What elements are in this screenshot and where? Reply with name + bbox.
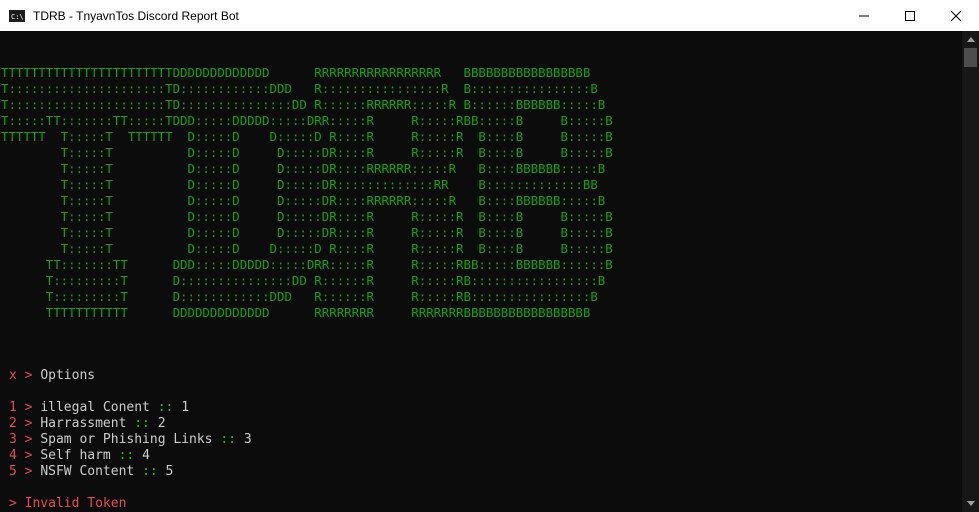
maximize-icon xyxy=(905,10,915,21)
minimize-button[interactable] xyxy=(841,0,887,31)
option-separator: :: xyxy=(142,464,158,479)
prompt-arrow: > xyxy=(24,368,33,383)
option-number: 4 xyxy=(9,448,17,463)
option-item: 2 > Harrassment :: 2 xyxy=(9,416,166,432)
option-label: Self harm xyxy=(40,448,111,463)
option-label: Harrassment xyxy=(40,416,127,431)
banner-line: T:::::::::T D:::::::::::::::DD R::::::R … xyxy=(1,273,606,288)
prompt-arrow: > xyxy=(24,400,33,415)
option-value: 3 xyxy=(243,432,252,447)
prompt-arrow: > xyxy=(24,432,33,447)
banner-line: T:::::::::::::::::::::TD::::::::::::DDD … xyxy=(1,81,598,96)
banner-line: T:::::T D:::::D D:::::DR::::RRRRRR:::::R… xyxy=(1,193,606,208)
options-header: x > Options xyxy=(9,368,95,384)
option-value: 2 xyxy=(157,416,166,431)
minimize-icon xyxy=(859,15,869,16)
close-button[interactable] xyxy=(933,0,979,31)
banner-line: TT:::::::TT DDD:::::DDDDD:::::DRR:::::R … xyxy=(1,257,613,272)
vertical-scrollbar[interactable] xyxy=(962,31,979,512)
banner-line: T:::::T D:::::D D:::::D R::::R R:::::R B… xyxy=(1,241,613,256)
banner-line: T:::::TT:::::::TT:::::TDDD:::::DDDDD::::… xyxy=(1,113,613,128)
banner-line: T:::::T D:::::D D:::::DR:::::::::::::RR … xyxy=(1,177,598,192)
option-separator: :: xyxy=(134,416,150,431)
scroll-up-button[interactable] xyxy=(962,31,979,48)
options-title: Options xyxy=(40,368,96,383)
prompt-arrow: > xyxy=(24,464,33,479)
banner-line: T:::::T D:::::D D:::::DR::::R R:::::R B:… xyxy=(1,209,613,224)
option-value: 4 xyxy=(142,448,150,463)
option-label: NSFW Content xyxy=(40,464,135,479)
option-item: 5 > NSFW Content :: 5 xyxy=(9,464,173,480)
banner-line: T:::::T D:::::D D:::::DR::::RRRRRR:::::R… xyxy=(1,161,606,176)
banner-line: T:::::T D:::::D D:::::DR::::R R:::::R B:… xyxy=(1,145,613,160)
maximize-button[interactable] xyxy=(887,0,933,31)
option-number: 1 xyxy=(9,400,17,415)
option-separator: :: xyxy=(118,448,135,463)
window-controls xyxy=(841,0,979,31)
error-message: Invalid Token xyxy=(24,496,127,511)
banner-line: T:::::::::T D::::::::::::DDD R::::::R R:… xyxy=(1,289,598,304)
scroll-down-button[interactable] xyxy=(962,495,979,512)
option-label: illegal Conent xyxy=(40,400,150,415)
banner-line: TTTTTTTTTTT DDDDDDDDDDDDD RRRRRRRR RRRRR… xyxy=(1,305,591,320)
close-icon xyxy=(951,10,961,21)
option-value: 1 xyxy=(181,400,190,415)
status-line: > Invalid Token xyxy=(9,496,126,512)
option-number: 2 xyxy=(9,416,17,431)
scroll-thumb[interactable] xyxy=(964,48,977,67)
option-number: 3 xyxy=(9,432,17,447)
title-bar[interactable]: C:\. TDRB - TnyavnTos Discord Report Bot xyxy=(0,0,979,31)
chevron-up-icon xyxy=(966,37,975,42)
banner-line: TTTTTTTTTTTTTTTTTTTTTTTDDDDDDDDDDDDD RRR… xyxy=(1,65,591,80)
option-value: 5 xyxy=(165,464,174,479)
console-output[interactable]: TTTTTTTTTTTTTTTTTTTTTTTDDDDDDDDDDDDD RRR… xyxy=(0,31,962,512)
console-app-icon: C:\. xyxy=(9,9,28,22)
option-item: 4 > Self harm :: 4 xyxy=(9,448,150,464)
options-key: x xyxy=(9,368,17,383)
window-title: TDRB - TnyavnTos Discord Report Bot xyxy=(33,8,239,23)
option-number: 5 xyxy=(9,464,17,479)
option-separator: :: xyxy=(220,432,236,447)
option-label: Spam or Phishing Links xyxy=(40,432,213,447)
chevron-down-icon xyxy=(966,501,975,506)
terminal-window: C:\. TDRB - TnyavnTos Discord Report Bot… xyxy=(0,0,979,512)
prompt-arrow: > xyxy=(24,448,33,463)
prompt-arrow: > xyxy=(9,496,17,511)
banner-line: T:::::T D:::::D D:::::DR::::R R:::::R B:… xyxy=(1,225,613,240)
banner-line: T:::::::::::::::::::::TD:::::::::::::::D… xyxy=(1,97,606,112)
banner-line: TTTTTT T:::::T TTTTTT D:::::D D:::::D R:… xyxy=(1,129,613,144)
option-separator: :: xyxy=(157,400,174,415)
prompt-arrow: > xyxy=(24,416,33,431)
option-item: 1 > illegal Conent :: 1 xyxy=(9,400,189,416)
option-item: 3 > Spam or Phishing Links :: 3 xyxy=(9,432,252,448)
